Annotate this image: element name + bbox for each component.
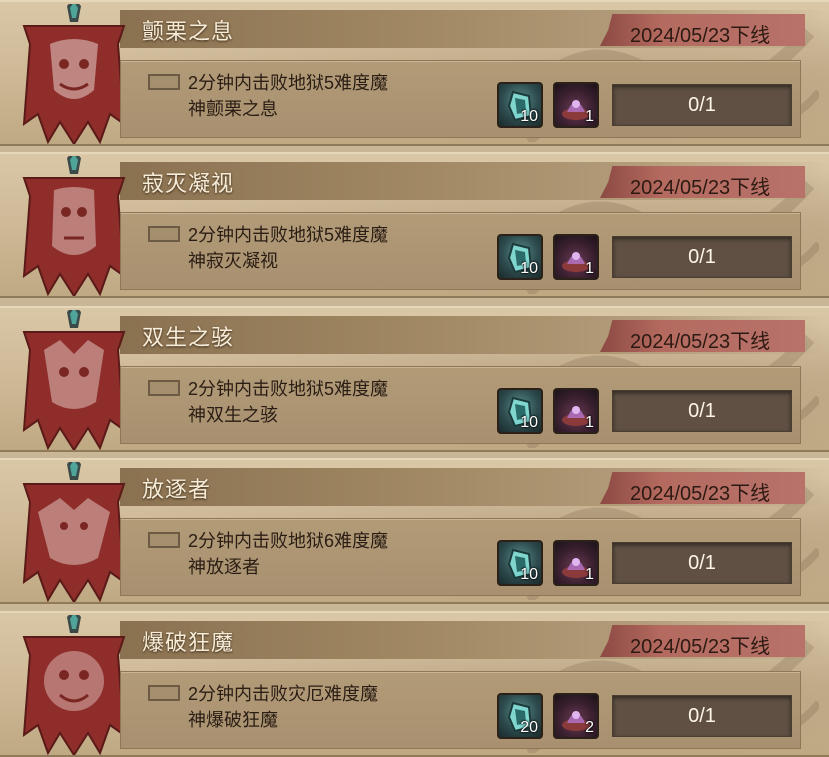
reward-slot-essence[interactable]: 1 <box>553 234 599 280</box>
boss-banner-icon <box>20 2 128 144</box>
reward-slot-crystal[interactable]: 10 <box>497 82 543 128</box>
reward-count: 20 <box>520 719 538 736</box>
boss-title: 颤栗之息 <box>142 19 235 44</box>
boss-title: 爆破狂魔 <box>142 630 235 655</box>
objective-description: 2分钟内击败地狱5难度魔 神双生之骇 <box>188 376 443 428</box>
reward-count: 1 <box>585 566 594 583</box>
objective-checkbox[interactable] <box>148 685 180 701</box>
reward-slot-essence[interactable]: 1 <box>553 540 599 586</box>
objective-line-1: 2分钟内击败灾厄难度魔 <box>188 684 379 704</box>
boss-challenge-card: 爆破狂魔 2024/05/23下线 2分钟内击败灾厄难度魔 神爆破狂魔 20 2… <box>0 611 829 757</box>
reward-slot-crystal[interactable]: 20 <box>497 693 543 739</box>
objective-description: 2分钟内击败灾厄难度魔 神爆破狂魔 <box>188 681 443 733</box>
reward-count: 10 <box>520 414 538 431</box>
reward-slot-essence[interactable]: 1 <box>553 82 599 128</box>
objective-line-1: 2分钟内击败地狱5难度魔 <box>188 379 389 399</box>
reward-slot-crystal[interactable]: 10 <box>497 234 543 280</box>
progress-text: 0/1 <box>688 400 716 422</box>
boss-banner-icon <box>20 308 128 450</box>
objective-line-2: 神双生之骇 <box>188 405 278 425</box>
objective-description: 2分钟内击败地狱5难度魔 神颤栗之息 <box>188 70 443 122</box>
expiry-date: 2024/05/23下线 <box>630 177 771 199</box>
boss-title: 放逐者 <box>142 477 212 502</box>
objective-checkbox[interactable] <box>148 380 180 396</box>
boss-title: 双生之骇 <box>142 325 235 350</box>
expiry-date: 2024/05/23下线 <box>630 483 771 505</box>
progress-text: 0/1 <box>688 246 716 268</box>
objective-line-2: 神颤栗之息 <box>188 99 278 119</box>
progress-box: 0/1 <box>612 84 792 126</box>
objective-checkbox[interactable] <box>148 74 180 90</box>
progress-box: 0/1 <box>612 390 792 432</box>
objective-line-2: 神寂灭凝视 <box>188 251 278 271</box>
boss-banner-icon <box>20 613 128 755</box>
reward-count: 10 <box>520 260 538 277</box>
reward-count: 2 <box>585 719 594 736</box>
progress-text: 0/1 <box>688 552 716 574</box>
boss-challenge-card: 颤栗之息 2024/05/23下线 2分钟内击败地狱5难度魔 神颤栗之息 10 … <box>0 0 829 146</box>
boss-challenge-card: 双生之骇 2024/05/23下线 2分钟内击败地狱5难度魔 神双生之骇 10 … <box>0 306 829 452</box>
reward-slot-crystal[interactable]: 10 <box>497 540 543 586</box>
reward-count: 1 <box>585 414 594 431</box>
objective-line-1: 2分钟内击败地狱6难度魔 <box>188 531 389 551</box>
objective-description: 2分钟内击败地狱5难度魔 神寂灭凝视 <box>188 222 443 274</box>
reward-slot-crystal[interactable]: 10 <box>497 388 543 434</box>
boss-banner-icon <box>20 460 128 602</box>
objective-line-2: 神爆破狂魔 <box>188 710 278 730</box>
progress-text: 0/1 <box>688 705 716 727</box>
reward-slot-essence[interactable]: 2 <box>553 693 599 739</box>
objective-checkbox[interactable] <box>148 532 180 548</box>
expiry-date: 2024/05/23下线 <box>630 636 771 658</box>
boss-banner-icon <box>20 154 128 296</box>
reward-count: 10 <box>520 108 538 125</box>
objective-line-2: 神放逐者 <box>188 557 260 577</box>
reward-count: 1 <box>585 260 594 277</box>
expiry-date: 2024/05/23下线 <box>630 25 771 47</box>
progress-text: 0/1 <box>688 94 716 116</box>
boss-title: 寂灭凝视 <box>142 171 235 196</box>
progress-box: 0/1 <box>612 236 792 278</box>
progress-box: 0/1 <box>612 542 792 584</box>
objective-description: 2分钟内击败地狱6难度魔 神放逐者 <box>188 528 443 580</box>
objective-line-1: 2分钟内击败地狱5难度魔 <box>188 225 389 245</box>
expiry-date: 2024/05/23下线 <box>630 331 771 353</box>
progress-box: 0/1 <box>612 695 792 737</box>
objective-line-1: 2分钟内击败地狱5难度魔 <box>188 73 389 93</box>
objective-checkbox[interactable] <box>148 226 180 242</box>
reward-count: 1 <box>585 108 594 125</box>
boss-challenge-card: 寂灭凝视 2024/05/23下线 2分钟内击败地狱5难度魔 神寂灭凝视 10 … <box>0 152 829 298</box>
reward-count: 10 <box>520 566 538 583</box>
reward-slot-essence[interactable]: 1 <box>553 388 599 434</box>
boss-challenge-card: 放逐者 2024/05/23下线 2分钟内击败地狱6难度魔 神放逐者 10 1 … <box>0 458 829 604</box>
